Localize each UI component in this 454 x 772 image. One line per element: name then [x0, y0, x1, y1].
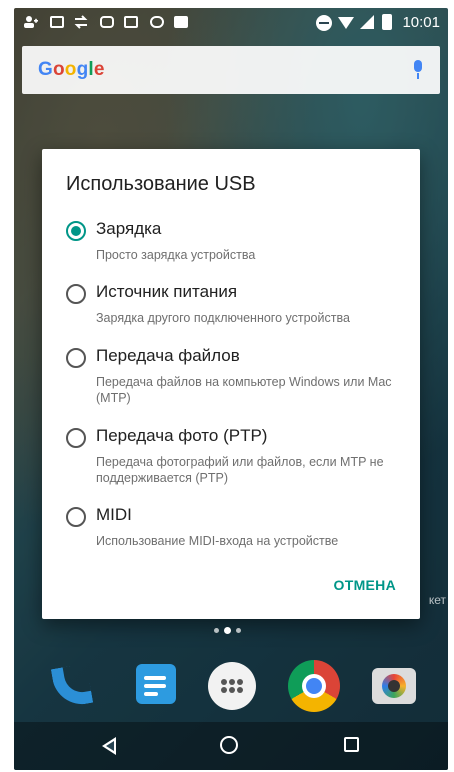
option-description: Зарядка другого подключенного устройства — [96, 311, 350, 325]
status-bar: 10:01 — [14, 8, 448, 38]
google-logo-letter: e — [93, 59, 105, 80]
option-label: Передача фото (PTP) — [96, 426, 268, 445]
option-description: Передача фотографий или файлов, если MTP… — [96, 455, 384, 485]
recents-icon[interactable] — [344, 737, 359, 752]
option-label: Передача файлов — [96, 346, 240, 365]
bag-icon — [172, 14, 190, 30]
chrome-icon[interactable] — [286, 658, 342, 714]
do-not-disturb-icon — [316, 15, 332, 31]
mail-icon — [48, 14, 66, 30]
option-label: Зарядка — [96, 219, 162, 238]
home-icon[interactable] — [220, 736, 238, 754]
status-time: 10:01 — [402, 14, 440, 31]
option-description: Использование MIDI-входа на устройстве — [96, 534, 339, 548]
option-label: Источник питания — [96, 282, 238, 301]
messages-icon[interactable] — [126, 658, 182, 714]
dialog-title: Использование USB — [66, 173, 256, 195]
battery-icon — [382, 14, 392, 30]
apps-icon[interactable] — [204, 658, 260, 714]
back-icon[interactable] — [100, 736, 120, 756]
wifi-icon — [338, 17, 354, 29]
option-label: MIDI — [96, 505, 132, 524]
google-logo-letter: o — [64, 59, 77, 80]
radio-button[interactable] — [66, 428, 86, 448]
chat-icon — [122, 14, 140, 30]
camera-icon[interactable] — [366, 658, 422, 714]
widget-label-partial: кет — [428, 593, 446, 607]
radio-button-checked[interactable] — [66, 221, 86, 241]
swap-icon — [72, 14, 90, 30]
google-search-bar[interactable]: Google — [22, 46, 440, 94]
signal-icon — [360, 15, 374, 29]
google-logo-letter: o — [52, 59, 65, 80]
navigation-bar — [14, 722, 448, 770]
phone-icon[interactable] — [44, 658, 100, 714]
person-plus-icon — [22, 14, 40, 30]
usb-dialog: Использование USB Зарядка Просто зарядка… — [42, 149, 420, 619]
google-logo-letter: G — [38, 59, 53, 80]
google-logo: Google — [38, 59, 105, 81]
page-indicator — [214, 626, 254, 634]
radio-button[interactable] — [66, 348, 86, 368]
radio-button[interactable] — [66, 284, 86, 304]
option-description: Передача файлов на компьютер Windows или… — [96, 375, 392, 405]
bug-icon — [148, 14, 166, 30]
instagram-icon — [98, 14, 116, 30]
google-logo-letter: g — [76, 59, 89, 80]
mic-icon[interactable] — [412, 60, 424, 80]
phone-screen: 10:01 Google Использование USB Зарядка П… — [14, 8, 448, 770]
radio-button[interactable] — [66, 507, 86, 527]
option-description: Просто зарядка устройства — [96, 248, 256, 262]
cancel-button[interactable]: ОТМЕНА — [326, 567, 404, 603]
